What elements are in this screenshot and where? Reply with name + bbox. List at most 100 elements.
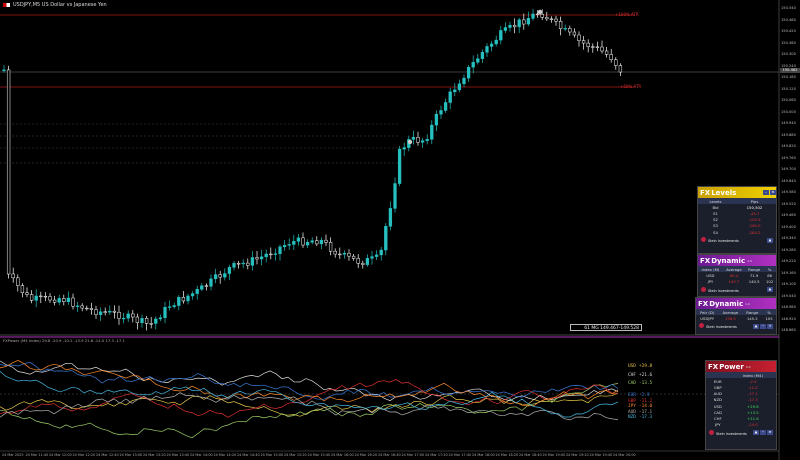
legend-value: -2.9 (638, 393, 650, 398)
dynamic-pair-table: Pair (D) Average Range% USDJPY 138.5 145.2 10… (696, 309, 776, 321)
candle-body (384, 226, 388, 251)
price-tick: 148.980 (781, 305, 796, 309)
legend-entry: AUD -17.1 (628, 410, 652, 415)
candle-body (517, 19, 521, 28)
panel-brand: FX (698, 299, 709, 308)
fx-dynamic-pair-panel[interactable]: FX Dynamic 1.0 Pair (D) Average Range% USD… (695, 297, 777, 335)
candle-body (448, 91, 452, 103)
legend-entry: JPY -14.0 (628, 404, 652, 409)
candle-body (549, 18, 554, 20)
legend-entry: EUR -2.9 (628, 393, 650, 398)
time-tick: 24 Mar 2025 (2, 453, 24, 457)
fx-dynamic-panel[interactable]: FX Dynamic 1.0 Index (M) Average Range% US… (697, 254, 777, 297)
time-tick: 24 Mar 14:00 (190, 453, 213, 457)
panel-name: Dynamic (711, 256, 746, 265)
candle-body (269, 253, 273, 256)
candle-body (98, 311, 103, 315)
price-tick: 149.700 (781, 167, 796, 171)
legend-entry: USD +29.8 (628, 364, 652, 369)
candle-body (250, 257, 255, 266)
candle-body (471, 62, 475, 68)
candle-body (499, 30, 503, 41)
candle-body (16, 277, 20, 286)
expand-button[interactable]: V (767, 323, 773, 329)
candle-body (200, 285, 204, 290)
candle-body (365, 258, 370, 265)
candle-body (595, 46, 600, 48)
candle-body (457, 83, 462, 91)
price-tick: 150.060 (781, 98, 796, 102)
legend-value: -17.3 (638, 415, 653, 420)
candle-body (393, 183, 397, 209)
price-chart[interactable] (0, 0, 800, 460)
candle-body (278, 246, 282, 254)
time-tick: 24 Mar 17:20 (425, 453, 448, 457)
alert-button[interactable]: ▲ (753, 323, 759, 329)
panel-footer: Stein Investments (716, 431, 747, 436)
candle-body (305, 241, 310, 246)
candle-body (374, 254, 379, 257)
strength-line (0, 360, 619, 402)
alert-button[interactable]: ▲ (767, 287, 773, 293)
fx-power-panel[interactable]: FX Power 4.0 Index (M4) EUR -2.9 GBP -11.2 A… (705, 360, 777, 450)
atr-lower-label: +50% ATR (620, 84, 642, 89)
candle-body (158, 317, 163, 320)
candle-body (57, 298, 61, 303)
time-tick: 24 Mar 14:40 (237, 453, 260, 457)
price-tick: 149.040 (781, 293, 796, 298)
candle-body (236, 263, 241, 265)
candle-body (508, 24, 512, 28)
settings-button[interactable]: ≡ (767, 430, 773, 436)
price-tick: 149.520 (781, 201, 796, 206)
legend-value: +29.8 (638, 364, 653, 369)
power-table: Index (M4) EUR -2.9 GBP -11.2 AUD -17.1 NZD -17… (706, 372, 776, 428)
candle-body (246, 262, 250, 266)
candle-body (572, 31, 577, 36)
candle-body (273, 253, 278, 255)
candle-body (370, 256, 374, 259)
signal-marker[interactable] (407, 139, 413, 145)
chart-button[interactable]: ~ (760, 430, 766, 436)
time-tick: 24 Mar 11:40 (25, 453, 49, 457)
candle-body (466, 66, 471, 79)
candle-body (255, 257, 259, 260)
alert-button[interactable]: ▲ (767, 237, 773, 243)
candle-body (535, 13, 540, 16)
symbol-title: USDJPY,M5 US Dollar vs Japanese Yen (13, 2, 107, 8)
minimize-button[interactable]: – (763, 190, 769, 195)
price-tick: 150.240 (781, 63, 796, 68)
legend-currency: CAD (628, 381, 636, 386)
candle-body (25, 292, 29, 295)
candle-body (48, 296, 52, 301)
legend-entry: CAD -13.5 (628, 381, 652, 386)
flag-icon (3, 3, 10, 7)
candle-body (324, 239, 328, 243)
candle-body (310, 240, 314, 243)
candle-body (402, 147, 406, 150)
legend-value: -11.2 (638, 398, 653, 404)
legend-value: -17.1 (638, 409, 653, 415)
legend-value: -14.0 (638, 404, 653, 409)
price-tick: 150.180 (781, 75, 796, 79)
fx-levels-panel[interactable]: FX Levels – ≡ Levels Pips Bid 150,502 S1-… (697, 186, 777, 254)
candle-body (379, 249, 383, 256)
candle-body (89, 308, 94, 310)
candle-body (140, 318, 144, 323)
signal-marker[interactable] (537, 9, 543, 15)
settings-button[interactable]: ≡ (770, 190, 776, 195)
candle-body (282, 245, 287, 248)
candle-body (591, 46, 595, 48)
alert-button[interactable]: ▲ (753, 430, 759, 436)
panel-version: 1.0 (747, 258, 752, 263)
candle-body (609, 54, 613, 60)
candle-body (420, 140, 425, 143)
time-tick: 24 Mar 16:20 (354, 453, 378, 457)
chart-button[interactable]: ~ (760, 323, 766, 329)
price-tick: 149.760 (781, 155, 796, 160)
legend-currency: USD (628, 364, 636, 369)
price-tick: 150.480 (781, 17, 796, 22)
panel-name: Dynamic (709, 299, 744, 308)
price-tick: 150.360 (781, 40, 796, 45)
candle-body (195, 288, 199, 294)
candle-body (259, 256, 264, 260)
